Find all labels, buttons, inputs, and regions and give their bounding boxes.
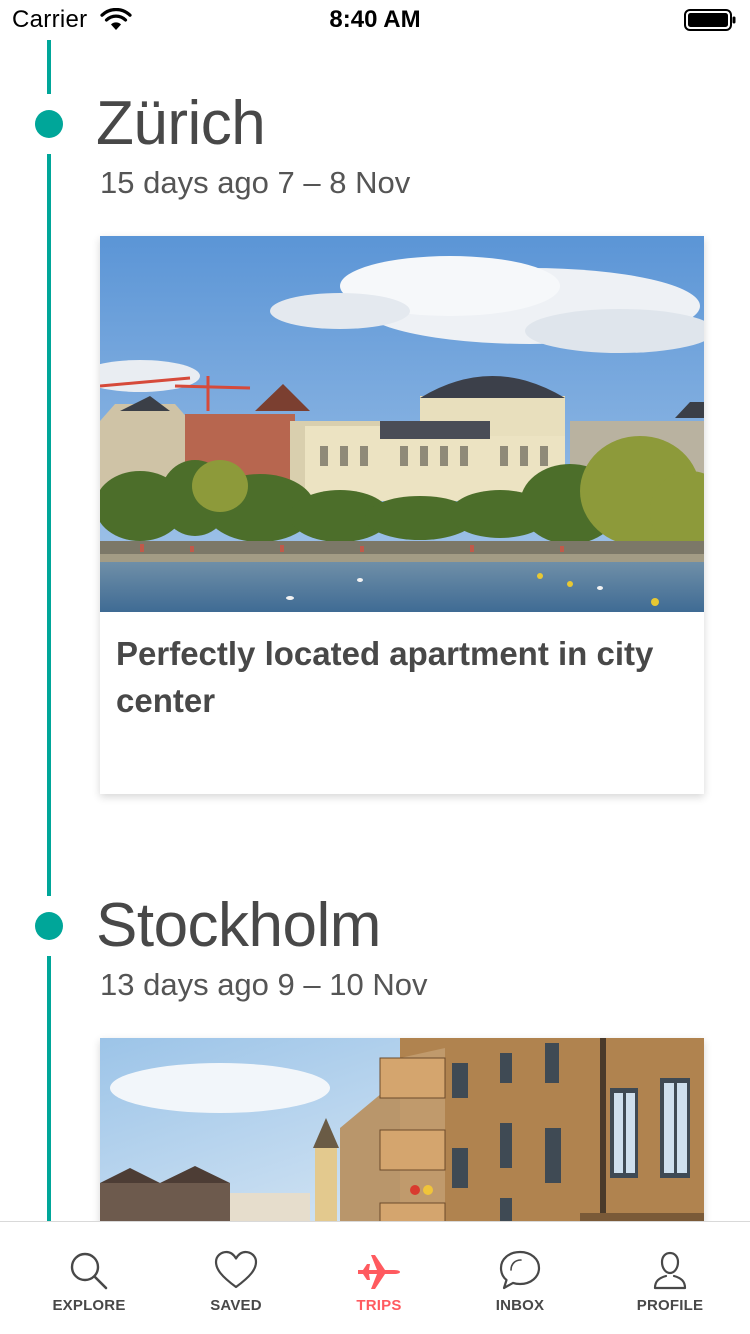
listing-photo-stockholm [100, 1038, 704, 1238]
trips-screen: Carrier 8:40 AM Zürich 15 days ago 7 – 8… [0, 0, 750, 1334]
listing-photo-zurich [100, 236, 704, 612]
search-icon [70, 1252, 108, 1290]
tab-label: PROFILE [636, 1297, 704, 1314]
clock: 8:40 AM [329, 6, 421, 33]
tab-inbox[interactable]: INBOX [445, 1222, 595, 1334]
trip-dates: 13 days ago 9 – 10 Nov [100, 967, 428, 1002]
timeline-dot [35, 912, 63, 940]
listing-card[interactable] [100, 1038, 704, 1238]
tab-label: TRIPS [356, 1297, 402, 1314]
tab-bar: EXPLORE SAVED TRIPS INBOX PROFILE [0, 1221, 750, 1334]
trip-city-title: Zürich [96, 89, 266, 158]
timeline-dot [35, 110, 63, 138]
airplane-icon [358, 1255, 400, 1289]
listing-card[interactable]: Perfectly located apartment in city cent… [100, 236, 704, 794]
battery-icon [684, 9, 736, 31]
tab-label: EXPLORE [52, 1297, 126, 1314]
tab-profile[interactable]: PROFILE [595, 1222, 745, 1334]
timeline-line [47, 40, 51, 94]
tab-explore[interactable]: EXPLORE [14, 1222, 164, 1334]
tab-saved[interactable]: SAVED [161, 1222, 311, 1334]
trip-dates: 15 days ago 7 – 8 Nov [100, 165, 411, 200]
person-icon [653, 1251, 687, 1290]
tab-label: INBOX [495, 1297, 545, 1314]
trip-city-title: Stockholm [96, 891, 381, 960]
tab-label: SAVED [210, 1297, 262, 1314]
status-bar: Carrier 8:40 AM [0, 0, 750, 40]
timeline-line [47, 154, 51, 896]
tab-trips[interactable]: TRIPS [304, 1222, 454, 1334]
chat-bubble-icon [499, 1250, 541, 1290]
timeline-line [47, 956, 51, 1226]
listing-title: Perfectly located apartment in city cent… [116, 635, 654, 719]
heart-icon [214, 1250, 258, 1289]
